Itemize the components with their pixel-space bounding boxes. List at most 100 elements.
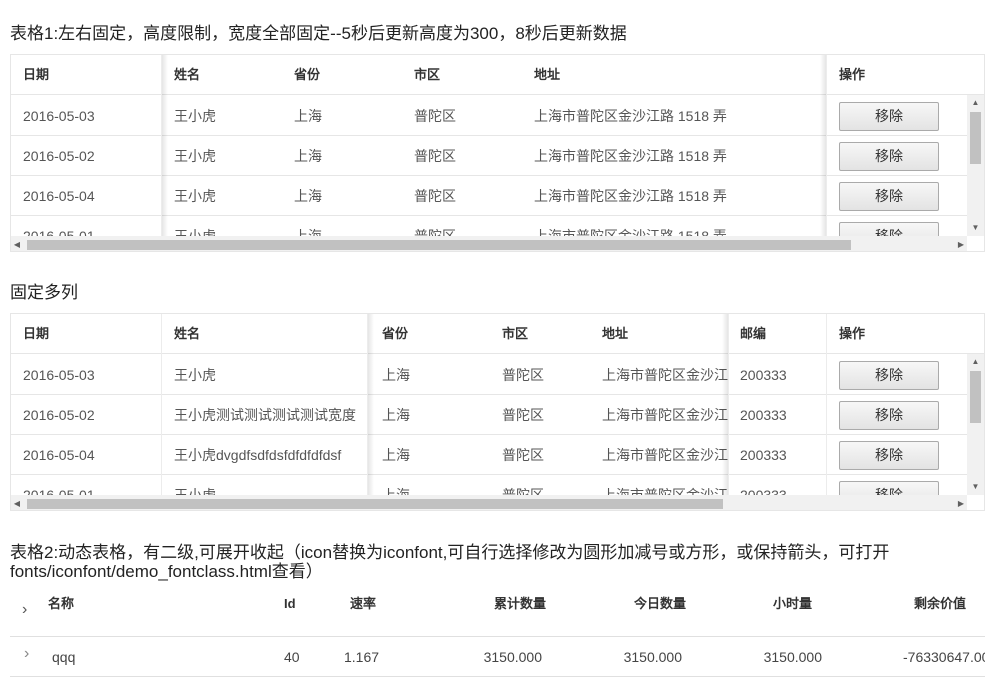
cell-zip: 200333: [740, 407, 787, 423]
table2-header-city[interactable]: 市区: [490, 314, 590, 354]
table-row[interactable]: › qqq 40 1.167 3150.000 3150.000 3150.00…: [10, 637, 985, 677]
arrow-down-icon[interactable]: ▼: [967, 224, 984, 232]
cell-address: 上海市普陀区金沙江路 1518 弄: [534, 148, 727, 164]
table1-header-city[interactable]: 市区: [402, 55, 522, 95]
remove-button[interactable]: 移除: [839, 182, 939, 211]
table1-title: 表格1:左右固定，高度限制，宽度全部固定--5秒后更新高度为300，8秒后更新数…: [10, 24, 627, 43]
cell-city: 普陀区: [414, 148, 456, 164]
cell-remaining: -76330647.00: [903, 649, 985, 665]
chevron-right-icon[interactable]: ›: [22, 601, 27, 619]
table3-header-remaining[interactable]: 剩余价值: [866, 590, 966, 637]
table1-hscroll-thumb[interactable]: [27, 240, 851, 250]
arrow-up-icon[interactable]: ▲: [967, 358, 984, 366]
table3-header-hourly[interactable]: 小时量: [712, 590, 812, 637]
cell-province: 上海: [382, 447, 410, 463]
cell-province: 上海: [294, 108, 322, 124]
cell-today: 3150.000: [623, 649, 682, 665]
cell-total: 3150.000: [483, 649, 542, 665]
table2-header-name[interactable]: 姓名: [162, 314, 367, 354]
fixed-right-divider: [728, 314, 729, 495]
table-row: 2016-05-04 王小虎dvgdfsdfdsfdfdfdfdsf 上海 普陀…: [11, 435, 984, 475]
cell-address: 上海市普陀区金沙江路: [602, 367, 728, 383]
table2-title: 固定多列: [10, 283, 78, 302]
table3-header-name[interactable]: 名称: [36, 590, 236, 637]
table-row: 2016-05-04 王小虎 上海 普陀区 上海市普陀区金沙江路 1518 弄 …: [11, 176, 984, 216]
table3-header-id[interactable]: Id: [272, 590, 322, 637]
remove-button[interactable]: 移除: [839, 441, 939, 470]
table2-header-zip[interactable]: 邮编: [728, 314, 828, 354]
fixed-left-shadow: [162, 55, 168, 236]
cell-name: 王小虎测试测试测试测试宽度: [174, 407, 356, 423]
table2-vertical-scrollbar[interactable]: ▲ ▼: [967, 354, 984, 495]
cell-city: 普陀区: [414, 188, 456, 204]
table2-horizontal-scrollbar[interactable]: ◀ ▶: [11, 495, 967, 510]
cell-name: 王小虎: [174, 148, 216, 164]
cell-date: 2016-05-03: [23, 367, 95, 383]
arrow-left-icon[interactable]: ◀: [11, 500, 23, 508]
remove-button[interactable]: 移除: [839, 361, 939, 390]
table1: 日期 姓名 省份 市区 地址 操作 2016-05-03 王小虎 上海 普陀区 …: [10, 54, 985, 252]
cell-address: 上海市普陀区金沙江路 1518 弄: [534, 188, 727, 204]
arrow-right-icon[interactable]: ▶: [955, 500, 967, 508]
fixed-right-shadow: [820, 55, 826, 236]
cell-name: 王小虎: [174, 188, 216, 204]
table1-header-date[interactable]: 日期: [11, 55, 161, 95]
table2-header-address[interactable]: 地址: [590, 314, 730, 354]
remove-button[interactable]: 移除: [839, 142, 939, 171]
remove-button[interactable]: 移除: [839, 102, 939, 131]
table2-header: 日期 姓名 省份 市区 地址 邮编 操作: [11, 314, 984, 354]
table3-title-line1: 表格2:动态表格，有二级,可展开收起（icon替换为iconfont,可自行选择…: [10, 543, 890, 562]
table1-header: 日期 姓名 省份 市区 地址 操作: [11, 55, 984, 95]
arrow-down-icon[interactable]: ▼: [967, 483, 984, 491]
cell-name: 王小虎: [174, 108, 216, 124]
cell-date: 2016-05-04: [23, 188, 95, 204]
table3-header-total[interactable]: 累计数量: [446, 590, 546, 637]
table1-header-action[interactable]: 操作: [827, 55, 967, 95]
cell-city: 普陀区: [502, 407, 544, 423]
table-row: 2016-05-02 王小虎 上海 普陀区 上海市普陀区金沙江路 1518 弄 …: [11, 136, 984, 176]
arrow-up-icon[interactable]: ▲: [967, 99, 984, 107]
table1-header-name[interactable]: 姓名: [162, 55, 282, 95]
cell-province: 上海: [382, 367, 410, 383]
arrow-left-icon[interactable]: ◀: [11, 241, 23, 249]
cell-province: 上海: [294, 148, 322, 164]
table2-header-action[interactable]: 操作: [827, 314, 967, 354]
cell-province: 上海: [294, 188, 322, 204]
table1-header-address[interactable]: 地址: [522, 55, 822, 95]
cell-id: 40: [284, 649, 300, 665]
cell-hourly: 3150.000: [763, 649, 822, 665]
table1-header-province[interactable]: 省份: [282, 55, 402, 95]
table-row: 2016-05-02 王小虎测试测试测试测试宽度 上海 普陀区 上海市普陀区金沙…: [11, 395, 984, 435]
table2-hscroll-thumb[interactable]: [27, 499, 723, 509]
table3-title-line2: fonts/iconfont/demo_fontclass.html查看）: [10, 562, 323, 581]
table1-vertical-scrollbar[interactable]: ▲ ▼: [967, 95, 984, 236]
cell-rate: 1.167: [344, 649, 380, 665]
cell-city: 普陀区: [502, 447, 544, 463]
cell-name: 王小虎dvgdfsdfdsfdfdfdfdsf: [174, 447, 342, 463]
fixed-right-divider: [826, 55, 827, 236]
table2-header-date[interactable]: 日期: [11, 314, 161, 354]
cell-address: 上海市普陀区金沙江路: [602, 407, 728, 423]
cell-date: 2016-05-04: [23, 447, 95, 463]
cell-date: 2016-05-02: [23, 407, 95, 423]
cell-zip: 200333: [740, 367, 787, 383]
cell-province: 上海: [382, 407, 410, 423]
table-row: 2016-05-03 王小虎 上海 普陀区 上海市普陀区金沙江路 1518 弄 …: [11, 96, 984, 136]
table3-header-today[interactable]: 今日数量: [586, 590, 686, 637]
table2: 日期 姓名 省份 市区 地址 邮编 操作 2016-05-03 王小虎 上海 普…: [10, 313, 985, 511]
fixed-left-shadow: [368, 314, 374, 495]
table1-horizontal-scrollbar[interactable]: ◀ ▶: [11, 236, 967, 251]
cell-date: 2016-05-03: [23, 108, 95, 124]
table3: › 名称 Id 速率 累计数量 今日数量 小时量 剩余价值 › qqq 40 1…: [10, 590, 985, 679]
table3-header-rate[interactable]: 速率: [338, 590, 418, 637]
table2-vscroll-thumb[interactable]: [970, 371, 981, 423]
table2-header-province[interactable]: 省份: [370, 314, 490, 354]
cell-city: 普陀区: [414, 108, 456, 124]
chevron-right-icon[interactable]: ›: [24, 645, 29, 663]
cell-address: 上海市普陀区金沙江路: [602, 447, 728, 463]
column-divider: [161, 314, 162, 495]
table1-vscroll-thumb[interactable]: [970, 112, 981, 164]
remove-button[interactable]: 移除: [839, 401, 939, 430]
arrow-right-icon[interactable]: ▶: [955, 241, 967, 249]
cell-city: 普陀区: [502, 367, 544, 383]
